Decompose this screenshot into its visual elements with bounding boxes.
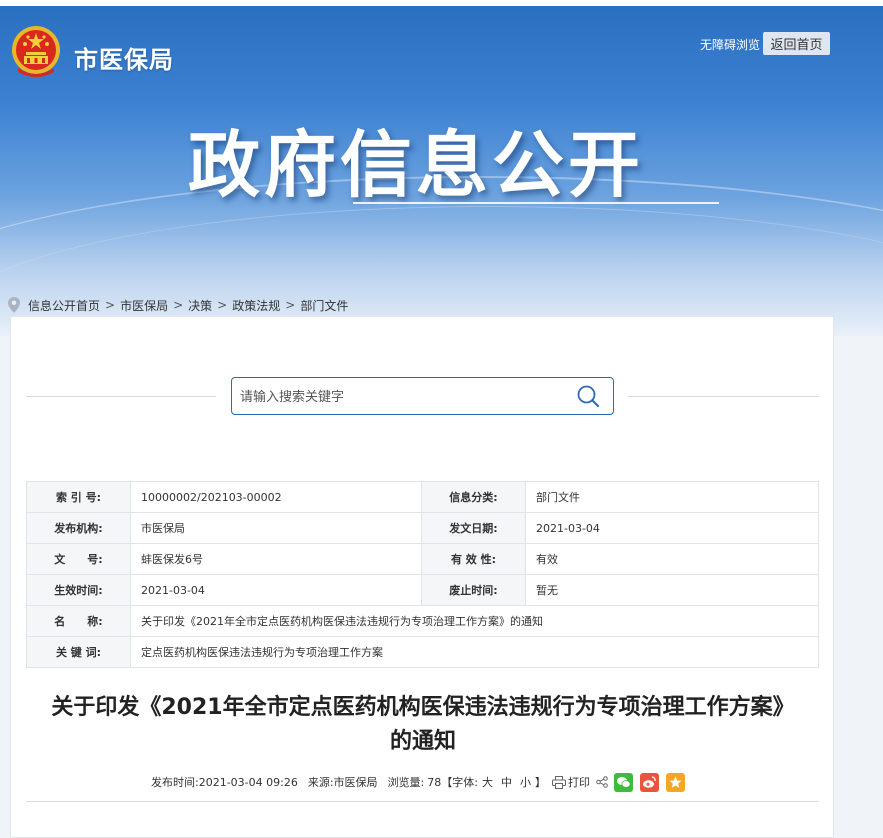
breadcrumb-separator: >: [285, 298, 296, 312]
breadcrumb-separator: >: [173, 298, 184, 312]
header-banner: 市医保局 无障碍浏览 返回首页 政府信息公开 信息公开首页 > 市医保局 > 决…: [0, 6, 883, 336]
breadcrumb-item-bureau[interactable]: 市医保局: [120, 297, 168, 314]
publish-time-label: 发布时间:: [151, 776, 199, 789]
meta-label: 名 称:: [26, 605, 131, 637]
search-divider-left: [26, 396, 216, 397]
font-size-small[interactable]: 小: [520, 774, 531, 790]
meta-label: 发布机构:: [26, 512, 131, 544]
meta-value: 蚌医保发6号: [130, 543, 422, 575]
meta-label: 信息分类:: [421, 481, 526, 513]
wechat-share-button[interactable]: [614, 772, 633, 792]
meta-value: 暂无: [525, 574, 819, 606]
site-name[interactable]: 市医保局: [74, 40, 174, 75]
table-row: 关 键 词: 定点医药机构医保违法违规行为专项治理工作方案: [26, 636, 819, 668]
meta-label: 废止时间:: [421, 574, 526, 606]
weibo-share-button[interactable]: [640, 772, 659, 792]
table-row: 生效时间: 2021-03-04 废止时间: 暂无: [26, 574, 819, 606]
table-row: 索 引 号: 10000002/202103-00002 信息分类: 部门文件: [26, 481, 819, 513]
article-title-line: 关于印发《2021年全市定点医药机构医保违法违规行为专项治理工作方案》: [51, 695, 795, 720]
meta-value: 市医保局: [130, 512, 422, 544]
font-size-label-end: 】: [535, 776, 546, 789]
breadcrumb-item-info-home[interactable]: 信息公开首页: [28, 297, 100, 314]
table-row: 名 称: 关于印发《2021年全市定点医药机构医保违法违规行为专项治理工作方案》…: [26, 605, 819, 637]
national-emblem-icon: [12, 26, 60, 77]
font-size-label: 【字体:: [441, 776, 478, 789]
banner-title: 政府信息公开: [188, 123, 645, 207]
favorite-button[interactable]: [666, 772, 685, 792]
meta-label: 文 号:: [26, 543, 131, 575]
views-count: 78: [427, 775, 442, 789]
share-icon[interactable]: [596, 776, 608, 788]
meta-value: 有效: [525, 543, 819, 575]
font-size-large[interactable]: 大: [482, 774, 493, 790]
meta-label: 关 键 词:: [26, 636, 131, 668]
meta-label: 发文日期:: [421, 512, 526, 544]
meta-value: 10000002/202103-00002: [130, 481, 422, 513]
wechat-icon: [617, 776, 631, 788]
search-divider-right: [628, 396, 819, 397]
return-home-button[interactable]: 返回首页: [763, 32, 830, 55]
printer-icon[interactable]: [552, 775, 566, 789]
source-label: 来源:: [307, 776, 334, 789]
content-panel: 索 引 号: 10000002/202103-00002 信息分类: 部门文件 …: [10, 316, 834, 838]
publish-time: 2021-03-04 09:26: [198, 775, 298, 789]
document-metadata-table: 索 引 号: 10000002/202103-00002 信息分类: 部门文件 …: [26, 481, 819, 668]
article-title: 关于印发《2021年全市定点医药机构医保违法违规行为专项治理工作方案》 的通知: [31, 691, 815, 759]
search-box: [231, 377, 614, 415]
views-label: 浏览量:: [387, 776, 425, 789]
location-pin-icon: [8, 297, 20, 313]
article-divider: [26, 801, 819, 802]
breadcrumb-item-decision[interactable]: 决策: [188, 297, 212, 314]
meta-label: 生效时间:: [26, 574, 131, 606]
meta-value: 关于印发《2021年全市定点医药机构医保违法违规行为专项治理工作方案》的通知: [130, 605, 819, 637]
meta-label: 索 引 号:: [26, 481, 131, 513]
star-icon: [669, 776, 682, 788]
accessibility-link[interactable]: 无障碍浏览: [700, 36, 760, 53]
weibo-icon: [643, 775, 656, 788]
search-icon[interactable]: [576, 384, 600, 408]
table-row: 发布机构: 市医保局 发文日期: 2021-03-04: [26, 512, 819, 544]
article-title-line: 的通知: [389, 729, 456, 754]
breadcrumb-item-dept-docs[interactable]: 部门文件: [300, 297, 348, 314]
breadcrumb-separator: >: [217, 298, 228, 312]
breadcrumb-separator: >: [105, 298, 116, 312]
breadcrumb: 信息公开首页 > 市医保局 > 决策 > 政策法规 > 部门文件: [8, 296, 348, 314]
meta-value: 定点医药机构医保违法违规行为专项治理工作方案: [130, 636, 819, 668]
meta-value: 2021-03-04: [130, 574, 422, 606]
print-link[interactable]: 打印: [568, 774, 590, 790]
font-size-medium[interactable]: 中: [501, 774, 512, 790]
breadcrumb-item-policy[interactable]: 政策法规: [232, 297, 280, 314]
table-row: 文 号: 蚌医保发6号 有 效 性: 有效: [26, 543, 819, 575]
article-info-bar: 发布时间: 2021-03-04 09:26 来源: 市医保局 浏览量: 78 …: [151, 771, 692, 793]
banner-underline: [353, 202, 719, 204]
meta-value: 部门文件: [525, 481, 819, 513]
source-value: 市医保局: [333, 776, 378, 789]
meta-value: 2021-03-04: [525, 512, 819, 544]
search-input[interactable]: [240, 385, 560, 409]
meta-label: 有 效 性:: [421, 543, 526, 575]
